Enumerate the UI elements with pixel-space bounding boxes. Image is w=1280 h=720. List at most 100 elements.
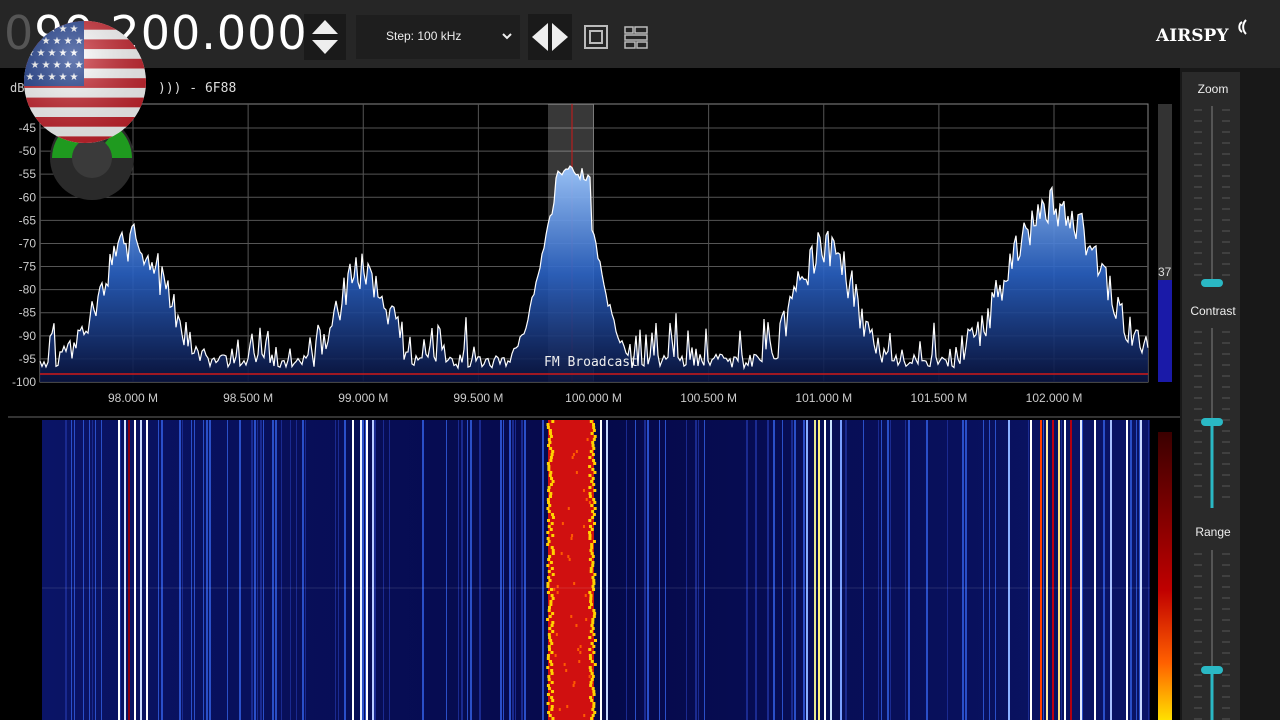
- carrier-edge: [591, 453, 595, 456]
- waterfall-panel[interactable]: [0, 418, 1180, 720]
- carrier-edge: [551, 597, 555, 600]
- waterfall-streak: [118, 420, 120, 720]
- carrier-edge: [546, 618, 550, 621]
- carrier-edge: [590, 678, 594, 681]
- carrier-edge: [551, 513, 555, 516]
- waterfall-streak: [182, 420, 183, 720]
- dropdown-chevron-icon: [502, 33, 512, 40]
- waterfall-streak: [782, 420, 783, 720]
- waterfall-streak: [374, 420, 376, 720]
- carrier-edge: [589, 570, 593, 573]
- waterfall-streak: [227, 420, 228, 720]
- waterfall-streak: [521, 420, 523, 720]
- carrier-edge: [591, 510, 595, 513]
- carrier-edge: [588, 519, 592, 522]
- signal-level-bar: [1158, 280, 1172, 382]
- flag-star: ★: [37, 24, 46, 35]
- waterfall-streak: [755, 420, 757, 720]
- waterfall-streak: [515, 420, 516, 720]
- waterfall-streak: [818, 420, 820, 720]
- carrier-edge: [547, 675, 551, 678]
- tune-left-right-button[interactable]: [528, 14, 572, 60]
- fullscreen-button[interactable]: [582, 22, 610, 52]
- carrier-speckle: [579, 651, 582, 654]
- waterfall-streak: [254, 420, 256, 720]
- x-tick-label: 100.000 M: [565, 391, 622, 405]
- carrier-edge: [547, 576, 551, 579]
- airspy-logo: AIRSPY: [1156, 14, 1256, 50]
- carrier-edge: [593, 522, 597, 525]
- carrier-edge: [590, 624, 594, 627]
- carrier-edge: [548, 714, 552, 717]
- carrier-edge: [550, 594, 554, 597]
- y-tick-label: -100: [12, 375, 36, 389]
- frequency-spin-button[interactable]: [304, 14, 346, 60]
- step-select-value: Step: 100 kHz: [386, 29, 462, 43]
- waterfall-streak: [905, 420, 906, 720]
- carrier-edge: [589, 549, 593, 552]
- waterfall-streak: [92, 420, 93, 720]
- carrier-edge: [548, 636, 552, 639]
- carrier-edge: [589, 594, 593, 597]
- carrier-edge: [592, 447, 596, 450]
- layout-button[interactable]: [622, 22, 650, 52]
- zoom-slider-handle[interactable]: [1201, 279, 1223, 287]
- x-tick-label: 98.500 M: [223, 391, 273, 405]
- waterfall-streak: [1028, 420, 1029, 720]
- waterfall-streak: [635, 420, 636, 720]
- waterfall-streak: [140, 420, 142, 720]
- carrier-edge: [547, 489, 551, 492]
- arrow-left-icon[interactable]: [532, 23, 548, 51]
- carrier-edge: [549, 483, 553, 486]
- carrier-edge: [588, 534, 592, 537]
- waterfall-streak: [983, 420, 984, 720]
- carrier-edge: [549, 492, 553, 495]
- waterfall-streak: [1140, 420, 1142, 720]
- carrier-edge: [546, 654, 550, 657]
- chevron-down-icon[interactable]: [312, 40, 338, 54]
- carrier-edge: [547, 711, 551, 714]
- arrow-right-icon[interactable]: [552, 23, 568, 51]
- carrier-edge: [547, 465, 551, 468]
- carrier-edge: [550, 624, 554, 627]
- carrier-edge: [546, 426, 550, 429]
- waterfall-streak: [1040, 420, 1042, 720]
- spectrum-panel[interactable]: -45 -50 -55 -60 -65 -70 -75 -80 -85 -90 -95 -100 98…: [0, 68, 1180, 416]
- carrier-edge: [546, 702, 550, 705]
- carrier-edge: [547, 444, 551, 447]
- carrier-edge: [551, 552, 555, 555]
- waterfall-streak: [542, 420, 544, 720]
- carrier-edge: [588, 666, 592, 669]
- carrier-edge: [589, 450, 593, 453]
- waterfall-streak: [389, 420, 390, 720]
- carrier-edge: [549, 435, 553, 438]
- waterfall-streak: [500, 420, 502, 720]
- carrier-edge: [592, 633, 596, 636]
- carrier-edge: [588, 465, 592, 468]
- waterfall-streak: [803, 420, 805, 720]
- carrier-edge: [592, 582, 596, 585]
- carrier-edge: [550, 663, 554, 666]
- waterfall-streak: [881, 420, 882, 720]
- waterfall-streak: [1136, 420, 1137, 720]
- carrier-edge: [593, 573, 597, 576]
- carrier-edge: [591, 561, 595, 564]
- y-tick-label: -75: [19, 260, 37, 274]
- waterfall-streak: [74, 420, 75, 720]
- carrier-edge: [547, 468, 551, 471]
- step-select[interactable]: Step: 100 kHz: [356, 15, 520, 59]
- range-slider-handle[interactable]: [1201, 666, 1223, 674]
- carrier-edge: [591, 708, 595, 711]
- contrast-slider-handle[interactable]: [1201, 418, 1223, 426]
- carrier-edge: [551, 534, 555, 537]
- waterfall-streak: [470, 420, 472, 720]
- waterfall-streak: [65, 420, 67, 720]
- carrier-speckle: [567, 555, 570, 558]
- chevron-up-icon[interactable]: [312, 20, 338, 34]
- carrier-edge: [591, 468, 595, 471]
- carrier-edge: [547, 486, 551, 489]
- carrier-edge: [590, 552, 594, 555]
- waterfall-streak: [1082, 420, 1083, 720]
- waterfall-streak: [1080, 420, 1082, 720]
- side-panel: Zoom Contrast Range: [1180, 68, 1280, 720]
